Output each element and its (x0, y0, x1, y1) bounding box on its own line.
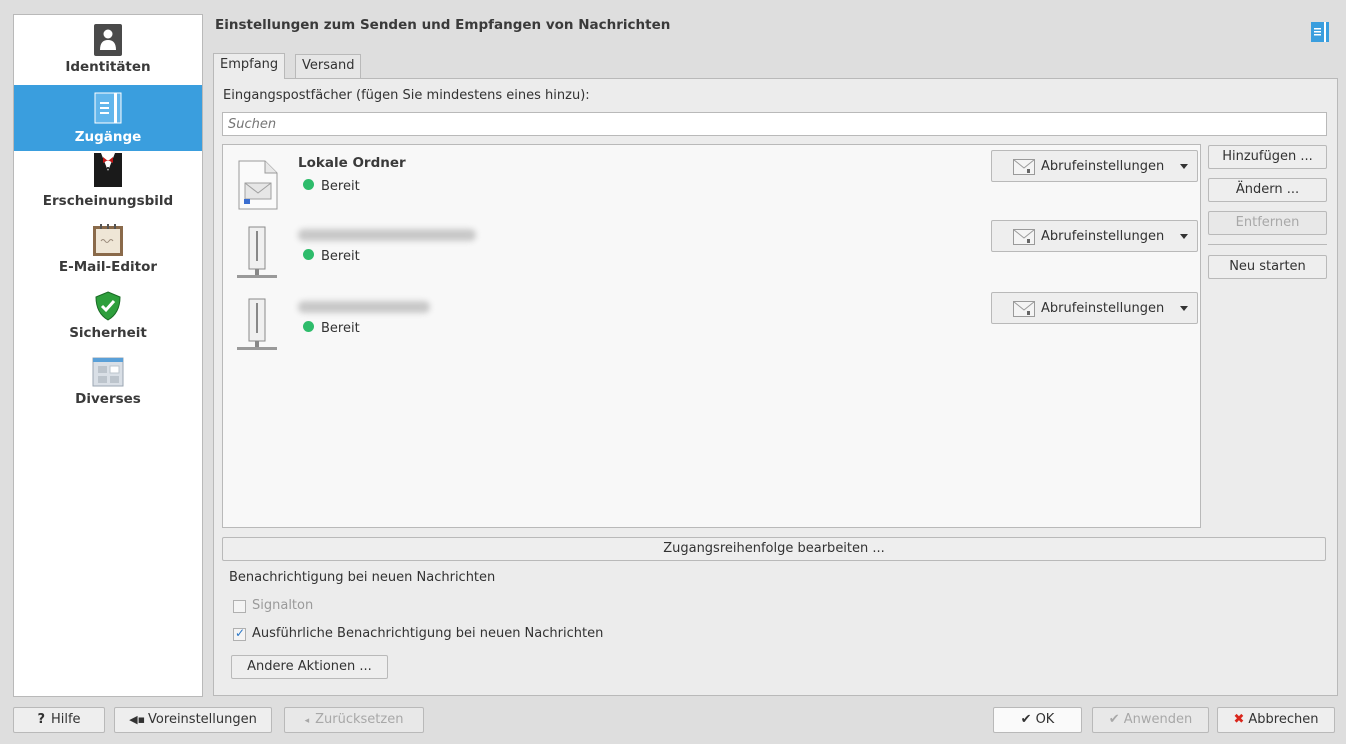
sidebar-item-misc[interactable]: Diverses (14, 351, 202, 413)
retrieval-options-button[interactable]: Abrufeinstellungen (991, 150, 1198, 182)
accounts-icon (1311, 22, 1329, 42)
misc-icon (92, 357, 124, 387)
status-dot (303, 249, 314, 260)
tab-receiving[interactable]: Empfang (213, 53, 286, 79)
composer-icon (93, 224, 123, 256)
account-status: Bereit (321, 321, 360, 336)
ok-label: OK (1035, 712, 1055, 727)
envelope-icon (1013, 301, 1035, 317)
page-title: Einstellungen zum Senden und Empfangen v… (215, 17, 671, 33)
sidebar-item-label: E-Mail-Editor (58, 259, 158, 275)
check-icon: ✔ (1108, 712, 1120, 727)
check-icon: ✔ (1020, 712, 1032, 727)
account-name-redacted (298, 229, 476, 241)
chevron-down-icon (1180, 164, 1188, 169)
status-dot (303, 321, 314, 332)
list-item[interactable]: Bereit Abrufeinstellungen (223, 217, 1200, 287)
defaults-icon: ◀▪ (129, 713, 146, 726)
remove-account-button[interactable]: Entfernen (1208, 211, 1327, 235)
server-icon (237, 298, 277, 350)
sidebar-item-appearance[interactable]: Erscheinungsbild (14, 151, 202, 215)
beep-label: Signalton (252, 598, 314, 613)
detailed-notification-label: Ausführliche Benachrichtigung bei neuen … (252, 626, 604, 641)
defaults-button[interactable]: ◀▪ Voreinstellungen (114, 707, 272, 733)
retrieval-options-button[interactable]: Abrufeinstellungen (991, 220, 1198, 252)
defaults-label: Voreinstellungen (148, 712, 257, 727)
retrieval-options-button[interactable]: Abrufeinstellungen (991, 292, 1198, 324)
sidebar-item-label: Zugänge (74, 129, 142, 145)
detailed-notification-checkbox[interactable] (233, 626, 246, 641)
account-status: Bereit (321, 179, 360, 194)
status-dot (303, 179, 314, 190)
help-icon: ? (37, 712, 45, 727)
cancel-button[interactable]: ✖ Abbrechen (1217, 707, 1335, 733)
retrieval-options-label: Abrufeinstellungen (1041, 301, 1165, 316)
security-shield-icon (95, 291, 121, 321)
sidebar: Identitäten Zugänge Erscheinungsbild E-M… (13, 14, 203, 697)
envelope-icon (1013, 229, 1035, 245)
back-icon: ◂ (304, 716, 310, 726)
divider (1208, 244, 1327, 245)
appearance-icon (94, 153, 122, 187)
list-item[interactable]: Lokale Ordner Bereit Abrufeinstellungen (223, 147, 1200, 217)
retrieval-options-label: Abrufeinstellungen (1041, 229, 1165, 244)
identity-icon (94, 24, 122, 56)
cancel-label: Abbrechen (1248, 712, 1319, 727)
chevron-down-icon (1180, 306, 1188, 311)
list-item[interactable]: Bereit Abrufeinstellungen (223, 289, 1200, 359)
accounts-icon (94, 92, 122, 124)
chevron-down-icon (1180, 234, 1188, 239)
sidebar-item-security[interactable]: Sicherheit (14, 285, 202, 347)
sidebar-item-label: Diverses (75, 391, 141, 407)
help-label: Hilfe (50, 712, 81, 727)
ok-button[interactable]: ✔ OK (993, 707, 1082, 733)
sidebar-item-accounts[interactable]: Zugänge (14, 85, 202, 151)
envelope-icon (1013, 159, 1035, 175)
notification-section-label: Benachrichtigung bei neuen Nachrichten (229, 570, 496, 585)
tab-sending[interactable]: Versand (295, 54, 362, 78)
sidebar-item-composer[interactable]: E-Mail-Editor (14, 219, 202, 281)
modify-account-button[interactable]: Ändern ... (1208, 178, 1327, 202)
local-folders-icon (238, 160, 278, 210)
account-name: Lokale Ordner (298, 155, 406, 171)
inbox-label: Eingangspostfächer (fügen Sie mindestens… (223, 88, 590, 103)
apply-label: Anwenden (1123, 712, 1193, 727)
reset-button[interactable]: ◂ Zurücksetzen (284, 707, 424, 733)
account-name-redacted (298, 301, 430, 313)
retrieval-options-label: Abrufeinstellungen (1041, 159, 1165, 174)
sidebar-item-label: Identitäten (65, 59, 151, 75)
restart-button[interactable]: Neu starten (1208, 255, 1327, 279)
add-account-button[interactable]: Hinzufügen ... (1208, 145, 1327, 169)
search-input[interactable] (222, 112, 1327, 136)
beep-checkbox[interactable] (233, 600, 246, 613)
close-icon: ✖ (1233, 712, 1245, 727)
help-button[interactable]: ? Hilfe (13, 707, 105, 733)
account-status: Bereit (321, 249, 360, 264)
sidebar-item-identities[interactable]: Identitäten (14, 19, 202, 81)
account-list: Lokale Ordner Bereit Abrufeinstellungen … (222, 144, 1201, 528)
sidebar-item-label: Erscheinungsbild (42, 193, 174, 209)
edit-account-order-button[interactable]: Zugangsreihenfolge bearbeiten ... (222, 537, 1326, 561)
server-icon (237, 226, 277, 278)
other-actions-button[interactable]: Andere Aktionen ... (231, 655, 388, 679)
sidebar-item-label: Sicherheit (69, 325, 147, 341)
reset-label: Zurücksetzen (315, 712, 404, 727)
apply-button[interactable]: ✔ Anwenden (1092, 707, 1209, 733)
